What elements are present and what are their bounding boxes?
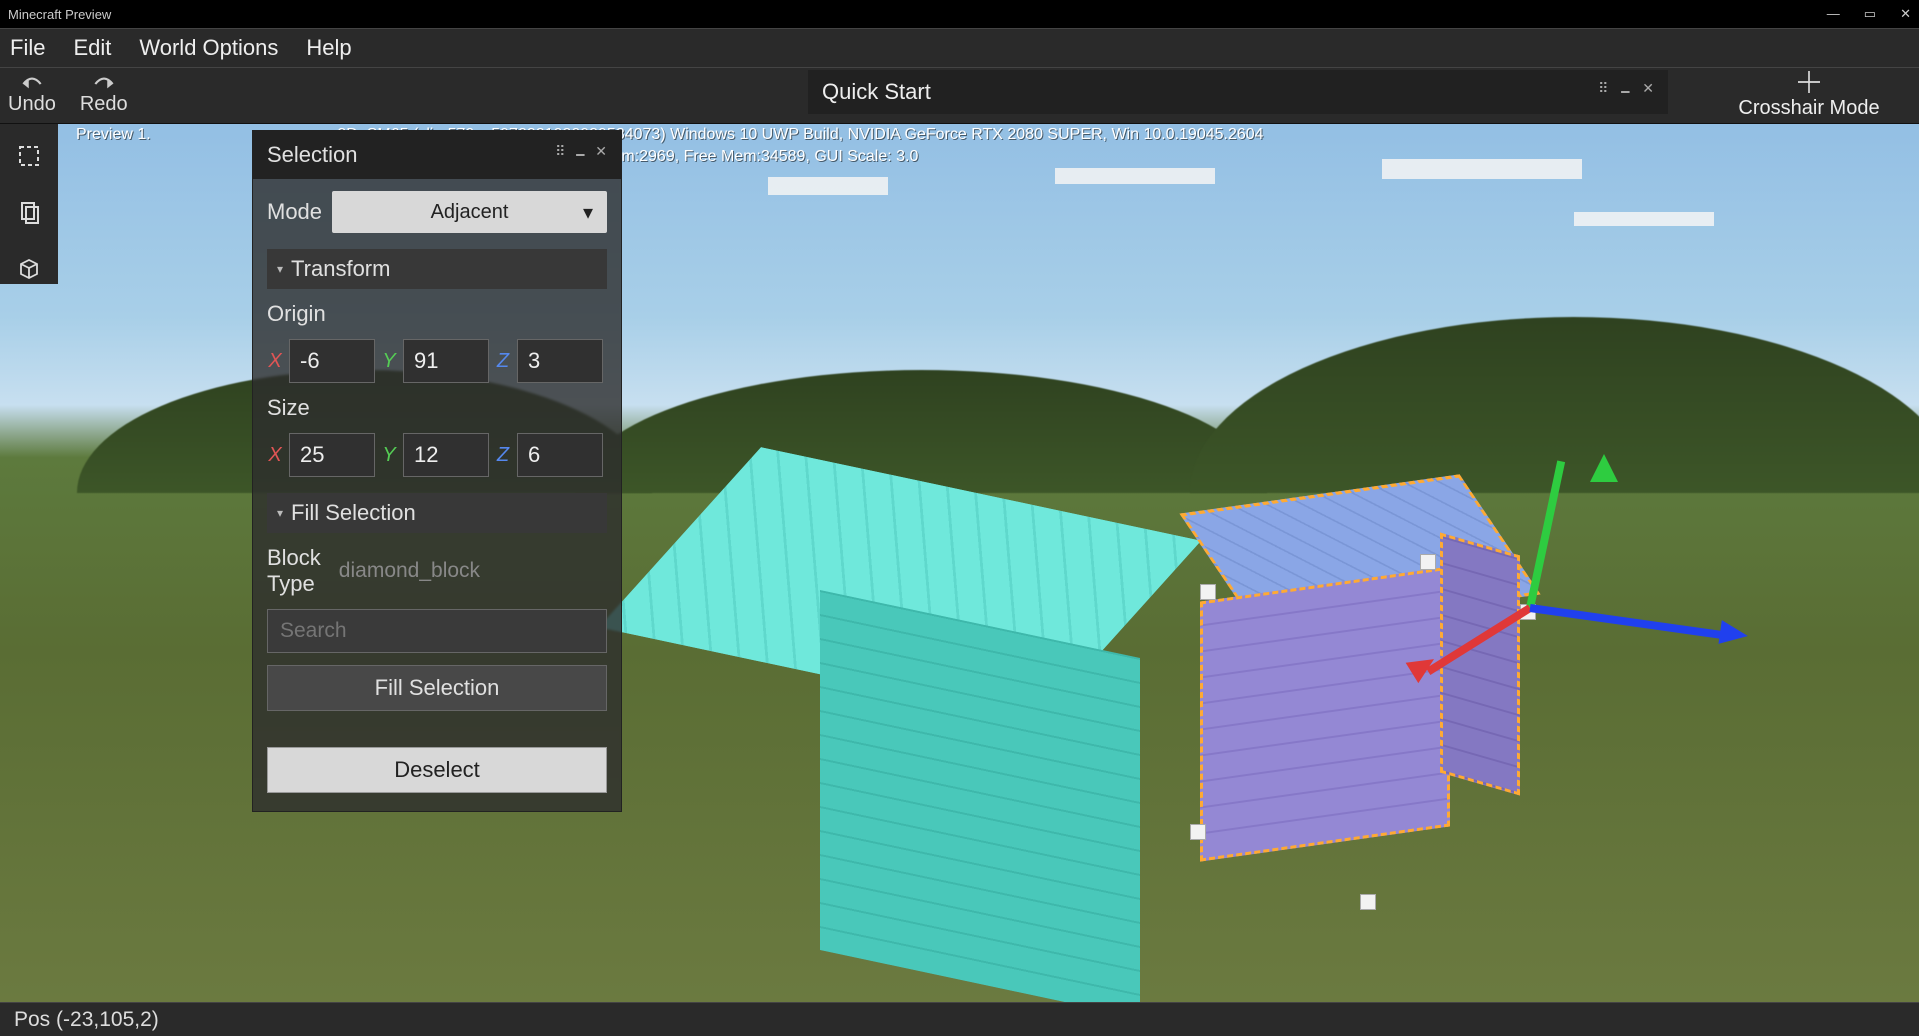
- search-input[interactable]: [267, 609, 607, 653]
- position-value: (-23,105,2): [56, 1008, 159, 1032]
- chevron-down-icon: ▾: [583, 200, 593, 225]
- fill-selection-button[interactable]: Fill Selection: [267, 665, 607, 711]
- axis-x-label: X: [267, 444, 283, 467]
- minimize-panel-icon[interactable]: 🗕: [1620, 80, 1630, 104]
- window-controls: — ▭ ✕: [1827, 6, 1911, 22]
- panel-title: Selection: [267, 142, 358, 168]
- selection-panel: Selection ⠿ 🗕 ✕ Mode Adjacent ▾ ▾ Transf…: [252, 130, 622, 812]
- cloud: [768, 177, 888, 195]
- gizmo-z-icon[interactable]: [1718, 620, 1749, 648]
- clipboard-tool[interactable]: [15, 198, 43, 226]
- selection-tool-icon: [17, 144, 41, 168]
- menubar: File Edit World Options Help: [0, 28, 1919, 68]
- transform-section[interactable]: ▾ Transform: [267, 249, 607, 289]
- cloud: [1055, 168, 1215, 184]
- undo-icon: [19, 75, 45, 93]
- menu-world-options[interactable]: World Options: [139, 35, 278, 61]
- axis-z-label: Z: [495, 350, 511, 373]
- drag-handle-icon[interactable]: ⠿: [555, 143, 565, 167]
- deselect-button[interactable]: Deselect: [267, 747, 607, 793]
- axis-x-label: X: [267, 350, 283, 373]
- origin-x-input[interactable]: [289, 339, 375, 383]
- menu-edit[interactable]: Edit: [73, 35, 111, 61]
- cloud: [1574, 212, 1714, 226]
- statusbar: Pos (-23,105,2): [0, 1002, 1919, 1036]
- mode-dropdown[interactable]: Adjacent ▾: [332, 191, 607, 233]
- crosshair-icon: [1798, 71, 1820, 93]
- panel-header[interactable]: Selection ⠿ 🗕 ✕: [253, 131, 621, 179]
- crosshair-mode-button[interactable]: Crosshair Mode: [1699, 68, 1919, 124]
- gizmo-y-icon[interactable]: [1590, 454, 1618, 482]
- fill-section[interactable]: ▾ Fill Selection: [267, 493, 607, 533]
- origin-label: Origin: [267, 301, 607, 327]
- minimize-button[interactable]: —: [1827, 6, 1840, 22]
- collapse-icon: ▾: [277, 262, 283, 276]
- collapse-icon: ▾: [277, 506, 283, 520]
- quick-start-title: Quick Start: [822, 79, 931, 105]
- cube-icon: [17, 256, 41, 280]
- mode-label: Mode: [267, 199, 322, 225]
- minimize-panel-icon[interactable]: 🗕: [575, 143, 585, 167]
- quick-start-panel[interactable]: Quick Start ⠿ 🗕 ✕: [808, 70, 1668, 114]
- axis-z-label: Z: [495, 444, 511, 467]
- block-type-value: diamond_block: [339, 559, 480, 583]
- titlebar: Minecraft Preview — ▭ ✕: [0, 0, 1919, 28]
- main-area: Preview 1. 3D_SM65 (cli-p579, s597232102…: [0, 124, 1919, 1002]
- clipboard-icon: [17, 200, 41, 224]
- block-type-label: Block: [267, 545, 321, 571]
- cube-tool[interactable]: [15, 254, 43, 282]
- selection-handle[interactable]: [1360, 894, 1376, 910]
- size-z-input[interactable]: [517, 433, 603, 477]
- size-label: Size: [267, 395, 607, 421]
- drag-handle-icon[interactable]: ⠿: [1598, 80, 1608, 104]
- block-type-label: Type: [267, 571, 321, 597]
- close-panel-icon[interactable]: ✕: [1642, 80, 1654, 104]
- maximize-button[interactable]: ▭: [1864, 6, 1876, 22]
- selection-handle[interactable]: [1420, 554, 1436, 570]
- redo-icon: [91, 75, 117, 93]
- menu-file[interactable]: File: [10, 35, 45, 61]
- selection-tool[interactable]: [15, 142, 43, 170]
- window-title: Minecraft Preview: [8, 7, 111, 22]
- size-x-input[interactable]: [289, 433, 375, 477]
- selection-handle[interactable]: [1200, 584, 1216, 600]
- axis-y-label: Y: [381, 444, 397, 467]
- origin-y-input[interactable]: [403, 339, 489, 383]
- close-button[interactable]: ✕: [1900, 6, 1911, 22]
- menu-help[interactable]: Help: [306, 35, 351, 61]
- position-label: Pos: [14, 1008, 50, 1032]
- size-y-input[interactable]: [403, 433, 489, 477]
- side-tools: [0, 124, 58, 284]
- origin-z-input[interactable]: [517, 339, 603, 383]
- close-panel-icon[interactable]: ✕: [595, 143, 607, 167]
- undo-button[interactable]: Undo: [8, 75, 56, 116]
- axis-y-label: Y: [381, 350, 397, 373]
- redo-button[interactable]: Redo: [80, 75, 128, 116]
- selection-handle[interactable]: [1190, 824, 1206, 840]
